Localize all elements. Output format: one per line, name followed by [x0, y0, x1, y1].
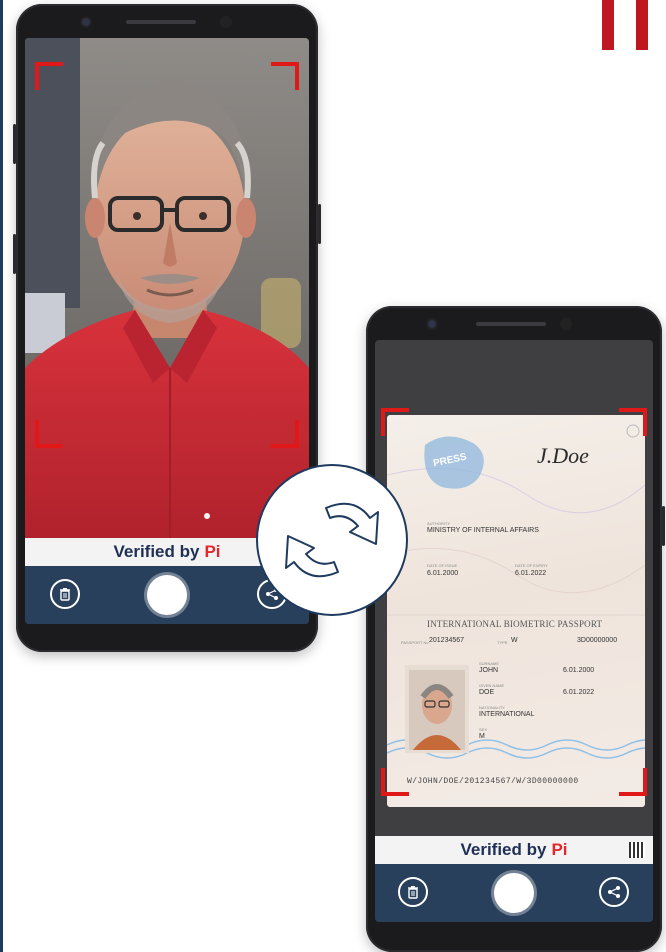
expiry-date-label: DATE OF EXPIRY	[515, 563, 548, 568]
passport-camera-view: 3D00000000 PRESS J.Doe AUTHORITY MINISTR…	[375, 340, 653, 922]
frame-corner-bottom-left	[35, 420, 63, 448]
passport-title: INTERNATIONAL BIOMETRIC PASSPORT	[427, 619, 603, 629]
camera-controls	[375, 864, 653, 922]
verified-label: Verified by	[460, 840, 547, 859]
passport-number-value: 201234567	[429, 637, 465, 644]
frame-corner-top-right	[619, 408, 647, 436]
page-edge	[0, 0, 3, 952]
sex-value: M	[479, 733, 485, 740]
surname-label: SURNAME	[479, 661, 500, 666]
passport-signature: J.Doe	[537, 443, 589, 468]
share-button[interactable]	[599, 877, 629, 907]
trash-icon	[60, 588, 70, 601]
selfie-portrait	[25, 38, 309, 538]
passport-phone: 3D00000000 PRESS J.Doe AUTHORITY MINISTR…	[366, 306, 665, 952]
verified-label: Verified by	[113, 542, 200, 561]
issue-date-value-2: 6.01.2000	[563, 667, 595, 674]
authority-value: MINISTRY OF INTERNAL AFFAIRS	[427, 527, 539, 534]
delete-button[interactable]	[398, 877, 428, 907]
expiry-date-value: 6.01.2022	[515, 570, 547, 577]
issue-date-label: DATE OF ISSUE	[427, 563, 458, 568]
frame-corner-bottom-right	[271, 420, 299, 448]
surname-value: JOHN	[479, 667, 499, 674]
frame-corner-bottom-left	[381, 768, 409, 796]
issue-date-value: 6.01.2000	[427, 570, 459, 577]
type-label: TYPE	[497, 640, 508, 645]
qr-code-icon	[629, 842, 645, 858]
serial-value: 3D00000000	[577, 637, 618, 644]
authority-label: AUTHORITY	[427, 521, 451, 526]
passport-number-label: PASSPORT No.	[401, 640, 430, 645]
given-name-label: GIVEN NAME	[479, 683, 505, 688]
sync-arrows-icon	[285, 502, 379, 578]
frame-corner-top-left	[381, 408, 409, 436]
share-icon	[608, 886, 620, 898]
passport-document: 3D00000000 PRESS J.Doe AUTHORITY MINISTR…	[387, 415, 645, 807]
given-name-value: DOE	[479, 689, 495, 696]
nationality-label: NATIONALITY	[479, 705, 505, 710]
verified-brand: Pi	[551, 840, 568, 859]
sync-badge	[256, 464, 408, 616]
delete-button[interactable]	[50, 579, 80, 609]
verified-brand: Pi	[204, 542, 221, 561]
capture-button[interactable]	[494, 873, 534, 913]
passport-mrz: W/JOHN/DOE/201234567/W/3D00000000	[407, 777, 579, 786]
brand-logo	[596, 0, 666, 55]
nationality-value: INTERNATIONAL	[479, 711, 535, 718]
sex-label: SEX	[479, 727, 488, 732]
frame-corner-top-left	[35, 62, 63, 90]
frame-corner-top-right	[271, 62, 299, 90]
capture-button[interactable]	[147, 575, 187, 615]
frame-corner-bottom-right	[619, 768, 647, 796]
trash-icon	[408, 886, 418, 899]
type-value: W	[511, 637, 518, 644]
verified-by-banner: Verified by Pi	[375, 836, 653, 864]
expiry-date-value-2: 6.01.2022	[563, 689, 595, 696]
